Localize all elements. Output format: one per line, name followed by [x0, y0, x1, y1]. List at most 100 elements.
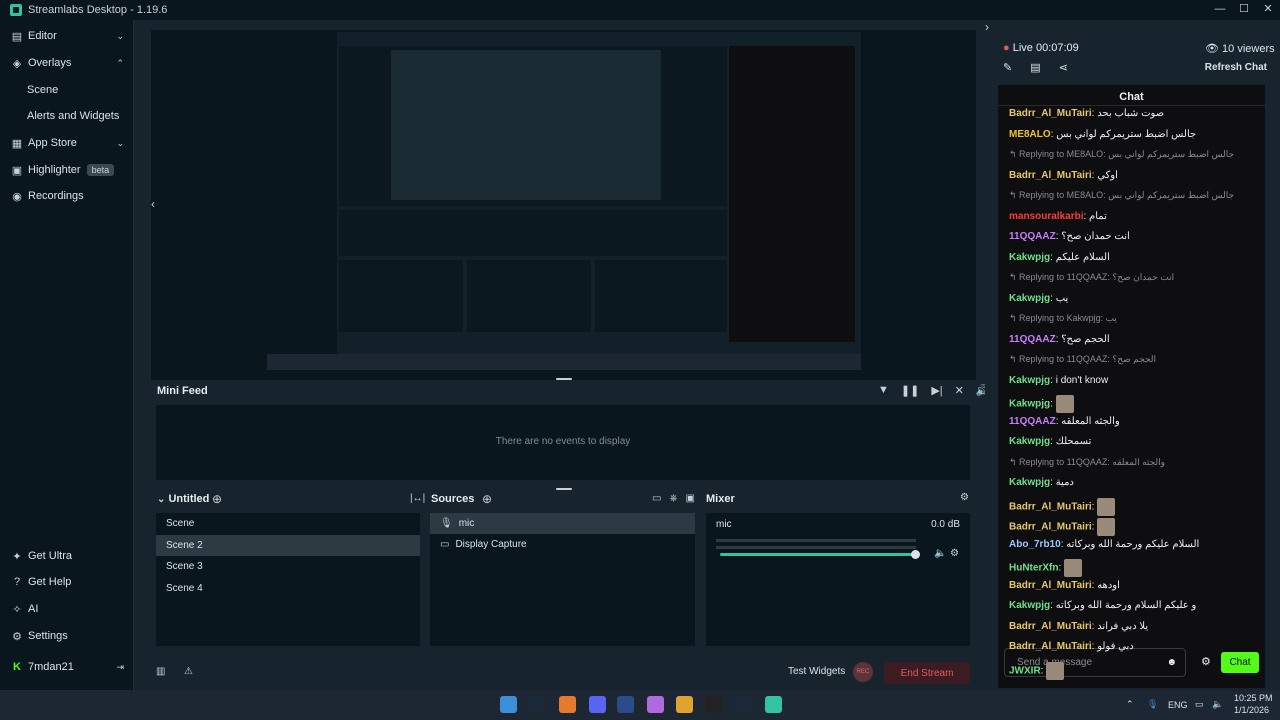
- emoji-icon[interactable]: ☻: [1166, 649, 1177, 676]
- chat-username[interactable]: mansouralkarbi: [1009, 211, 1083, 222]
- clock-time[interactable]: 10:25 PM: [1234, 693, 1273, 703]
- speaker-icon[interactable]: 🔈: [934, 548, 946, 559]
- source-item-mic[interactable]: 🎙 mic: [430, 513, 695, 534]
- mute-alerts-icon[interactable]: ✕: [955, 384, 964, 397]
- sidebar-item-recordings[interactable]: ◉ Recordings: [0, 184, 134, 208]
- sidebar-item-overlays[interactable]: ◈ Overlays ⌃: [0, 51, 134, 75]
- pause-icon[interactable]: ❚❚: [901, 384, 919, 397]
- share-icon[interactable]: ⋖: [1059, 61, 1068, 74]
- logout-icon[interactable]: ⇥: [116, 662, 124, 673]
- sidebar-item-app-store[interactable]: ▦ App Store ⌄: [0, 131, 134, 155]
- sidebar-item-user[interactable]: K 7mdan21 ⇥: [0, 655, 134, 679]
- scene-item[interactable]: Scene 3: [156, 556, 420, 577]
- sidebar-item-editor[interactable]: ▤ Editor ⌄: [0, 24, 134, 48]
- chat-username[interactable]: 11QQAAZ: [1009, 334, 1056, 345]
- chat-username[interactable]: Abo_7rb10: [1009, 539, 1061, 550]
- filter-icon[interactable]: ▼: [878, 384, 889, 397]
- folder-icon[interactable]: ▣: [685, 493, 694, 504]
- test-widgets-button[interactable]: Test Widgets: [788, 666, 845, 677]
- chat-text: صوت شباب بحد: [1097, 108, 1165, 119]
- chat-username[interactable]: Badrr_Al_MuTairi: [1009, 170, 1092, 181]
- chat-username[interactable]: Kakwpjg: [1009, 436, 1050, 447]
- clock-date[interactable]: 1/1/2026: [1234, 705, 1269, 715]
- chat-username[interactable]: 11QQAAZ: [1009, 416, 1056, 427]
- chat-username[interactable]: Badrr_Al_MuTairi: [1009, 501, 1092, 512]
- chat-message: Kakwpjg: i don't know: [1009, 374, 1109, 386]
- scene-item[interactable]: Scene 2: [156, 534, 420, 556]
- chat-username[interactable]: Badrr_Al_MuTairi: [1009, 108, 1092, 119]
- source-item-display-capture[interactable]: ▭ Display Capture: [430, 534, 695, 555]
- edit-stream-info-icon[interactable]: ✎: [1003, 61, 1012, 74]
- mixer-settings-gear-icon[interactable]: ⚙: [960, 492, 969, 503]
- steam-icon[interactable]: [734, 696, 751, 713]
- collapse-left-icon[interactable]: ‹: [151, 197, 155, 211]
- volume-slider-handle[interactable]: [911, 550, 920, 559]
- chat-username[interactable]: Kakwpjg: [1009, 477, 1050, 488]
- chat-username[interactable]: HuNterXfn: [1009, 563, 1058, 574]
- close-button[interactable]: ✕: [1256, 0, 1280, 20]
- stream-preview[interactable]: ‹: [151, 30, 976, 380]
- app-icon[interactable]: [647, 696, 664, 713]
- chat-username[interactable]: Kakwpjg: [1009, 293, 1050, 304]
- add-scene-icon[interactable]: ⊕: [212, 492, 222, 506]
- volume-tray-icon[interactable]: 🔈: [1212, 699, 1223, 710]
- windows-start-icon[interactable]: [500, 696, 517, 713]
- chat-username[interactable]: Badrr_Al_MuTairi: [1009, 621, 1092, 632]
- scene-collection-title[interactable]: ⌄ Untitled: [157, 493, 209, 505]
- sources-title: Sources: [431, 493, 475, 505]
- sidebar-item-highlighter[interactable]: ▣ Highlighter beta: [0, 158, 134, 182]
- collapse-right-icon[interactable]: ›: [985, 20, 989, 34]
- maximize-button[interactable]: ☐: [1232, 0, 1256, 20]
- minimize-button[interactable]: —: [1208, 0, 1232, 20]
- chat-username[interactable]: Badrr_Al_MuTairi: [1009, 580, 1092, 591]
- streamlabs-icon[interactable]: [765, 696, 782, 713]
- alert-notification-icon[interactable]: ⚠: [184, 666, 193, 677]
- performance-stats-icon[interactable]: ▥: [156, 666, 165, 677]
- chat-username[interactable]: Kakwpjg: [1009, 600, 1050, 611]
- sidebar-item-ai[interactable]: ✧ AI: [0, 597, 134, 621]
- chat-username[interactable]: JWXIR: [1009, 665, 1041, 676]
- app-a-icon[interactable]: [559, 696, 576, 713]
- network-icon[interactable]: ▭: [1195, 699, 1204, 710]
- record-button[interactable]: REC: [853, 662, 873, 682]
- chat-username[interactable]: 11QQAAZ: [1009, 231, 1056, 242]
- chat-emote: [1064, 559, 1083, 577]
- tray-mic-icon[interactable]: 🎙: [1147, 699, 1158, 710]
- add-source-icon[interactable]: ⊕: [482, 492, 492, 506]
- sidebar-item-alerts[interactable]: Alerts and Widgets: [0, 104, 134, 128]
- stream-dashboard-icon[interactable]: ▤: [1030, 61, 1040, 74]
- skip-icon[interactable]: ▶|: [931, 384, 942, 397]
- chat-username[interactable]: Badrr_Al_MuTairi: [1009, 522, 1092, 533]
- app-icon[interactable]: [705, 696, 722, 713]
- chat-message: 11QQAAZ: والجثه المعلقه: [1009, 415, 1120, 427]
- discord-icon[interactable]: [589, 696, 606, 713]
- sidebar-item-scene[interactable]: Scene: [0, 78, 134, 102]
- chat-message: 11QQAAZ: انت حمدان صح؟: [1009, 231, 1130, 242]
- chat-username[interactable]: Kakwpjg: [1009, 252, 1050, 263]
- steam-icon[interactable]: [528, 696, 545, 713]
- scene-transition-icon[interactable]: |↔|: [410, 493, 425, 504]
- chat-username[interactable]: Kakwpjg: [1009, 375, 1050, 386]
- scene-item[interactable]: Scene: [156, 513, 420, 534]
- end-stream-button[interactable]: End Stream: [884, 662, 970, 684]
- audio-source-icon[interactable]: ⎈: [669, 493, 677, 504]
- language-indicator[interactable]: ENG: [1168, 700, 1188, 710]
- chat-settings-gear-icon[interactable]: ⚙: [1201, 655, 1211, 668]
- sidebar-item-label: Scene: [27, 84, 59, 96]
- tray-chevron-up-icon[interactable]: ⌃: [1126, 699, 1134, 710]
- channel-settings-gear-icon[interactable]: ⚙: [950, 548, 959, 559]
- resize-handle[interactable]: [556, 488, 572, 490]
- resize-handle[interactable]: [556, 378, 572, 380]
- sidebar-item-get-help[interactable]: ? Get Help: [0, 570, 134, 594]
- chat-send-button[interactable]: Chat: [1221, 652, 1259, 673]
- chat-username[interactable]: Kakwpjg: [1009, 399, 1050, 410]
- selective-recording-icon[interactable]: ▭: [652, 493, 661, 504]
- chrome-icon[interactable]: [676, 696, 693, 713]
- refresh-chat-button[interactable]: Refresh Chat: [1205, 62, 1267, 73]
- chat-username[interactable]: ME8ALO: [1009, 129, 1051, 140]
- sidebar-item-settings[interactable]: ⚙ Settings: [0, 624, 134, 648]
- sidebar-item-get-ultra[interactable]: ✦ Get Ultra: [0, 544, 134, 568]
- chat-username[interactable]: Badrr_Al_MuTairi: [1009, 641, 1092, 652]
- scene-item[interactable]: Scene 4: [156, 578, 420, 599]
- app-icon[interactable]: [617, 696, 634, 713]
